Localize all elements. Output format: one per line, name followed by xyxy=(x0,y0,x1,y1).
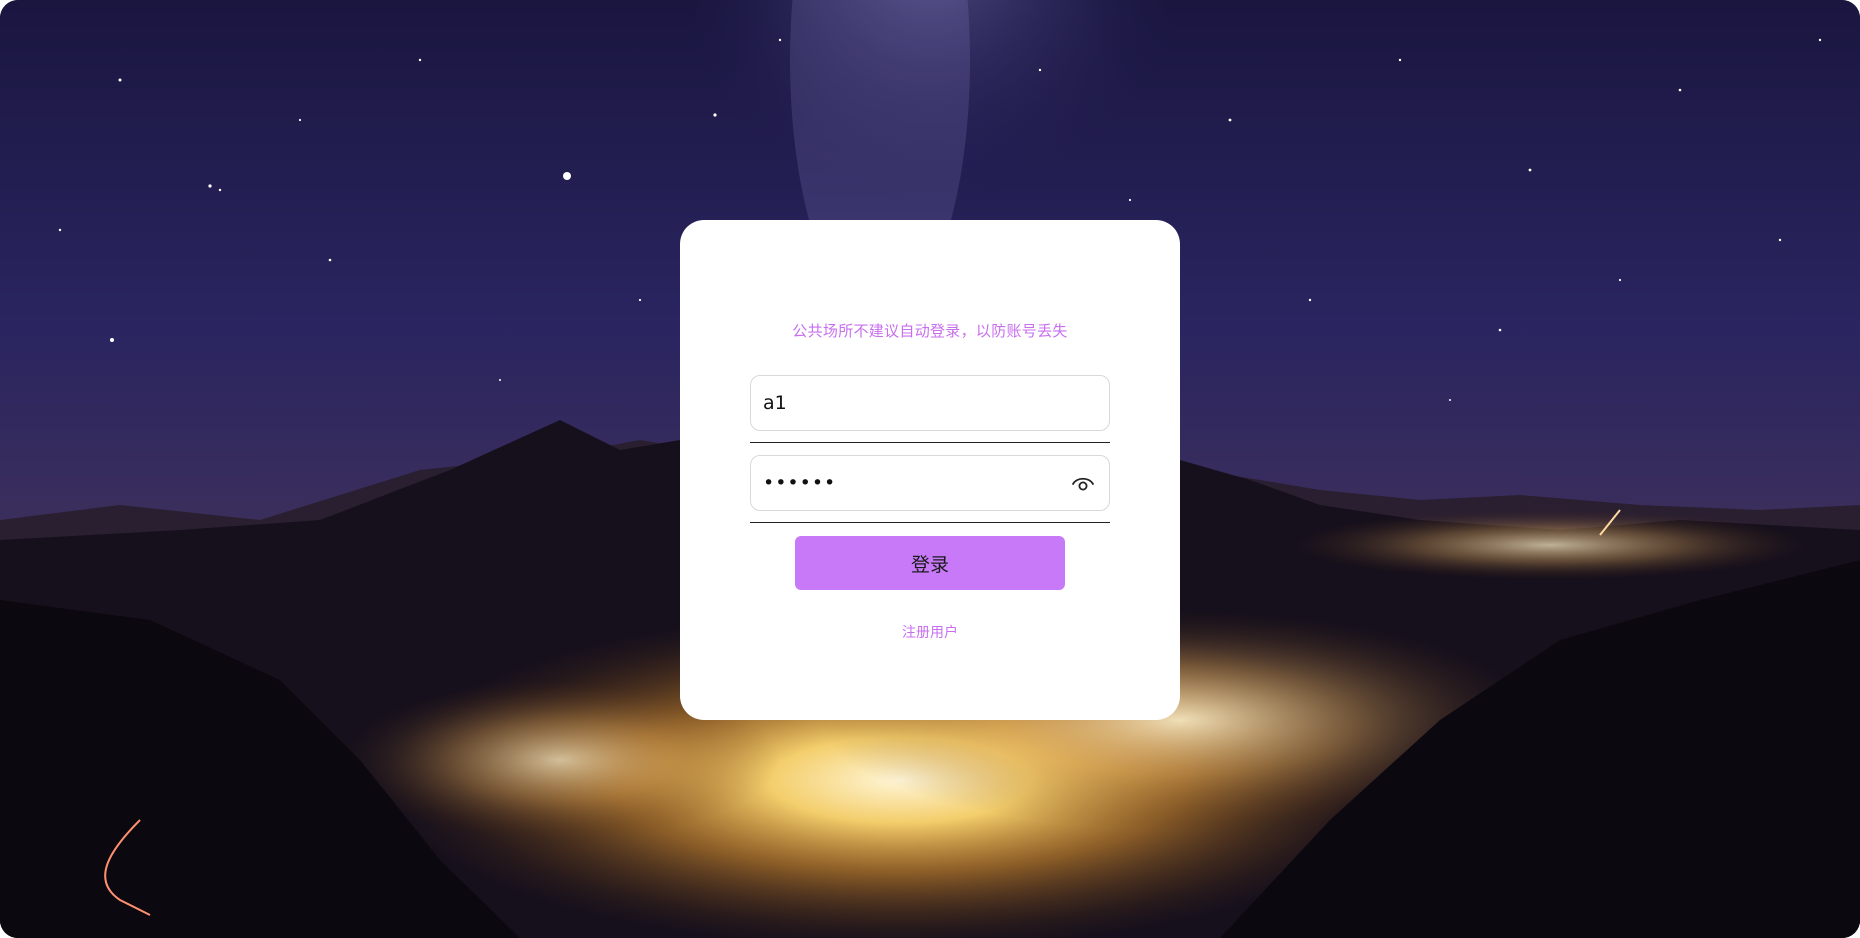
login-card: 公共场所不建议自动登录，以防账号丢失 登录 注册用户 xyxy=(680,220,1180,720)
login-page: 公共场所不建议自动登录，以防账号丢失 登录 注册用户 xyxy=(0,0,1860,938)
eye-icon[interactable] xyxy=(1071,473,1095,495)
password-divider xyxy=(750,522,1110,523)
register-link[interactable]: 注册用户 xyxy=(680,622,1180,642)
login-button[interactable]: 登录 xyxy=(795,536,1065,590)
username-input[interactable] xyxy=(763,376,1099,430)
password-input[interactable] xyxy=(763,456,1053,510)
username-field[interactable] xyxy=(750,375,1110,431)
username-divider xyxy=(750,442,1110,443)
password-field[interactable] xyxy=(750,455,1110,511)
security-hint: 公共场所不建议自动登录，以防账号丢失 xyxy=(792,322,1068,340)
